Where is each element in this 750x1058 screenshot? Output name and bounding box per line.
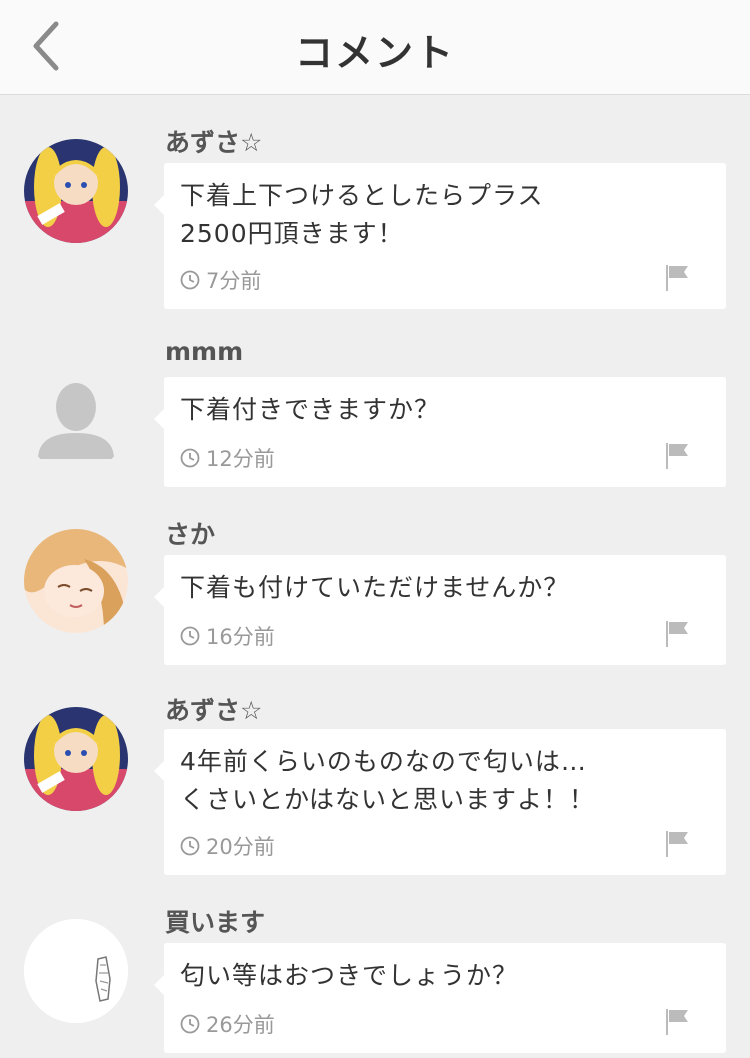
time-text: 20分前 (206, 835, 275, 859)
report-flag-icon[interactable] (664, 441, 692, 471)
comment-username: mmm (165, 337, 244, 366)
time-text: 16分前 (206, 625, 275, 649)
comment-bubble: 下着も付けていただけませんか？ 16分前 (154, 555, 726, 665)
app-header: コメント (0, 0, 750, 95)
comment-username: 買います (165, 908, 266, 937)
time-text: 7分前 (206, 269, 262, 293)
anime-character-avatar-icon (24, 707, 128, 811)
comment-username: あずさ☆ (165, 128, 263, 157)
comment-timestamp: 7分前 (180, 265, 261, 295)
comment-username: あずさ☆ (165, 696, 263, 725)
report-flag-icon[interactable] (664, 263, 692, 293)
page-title: コメント (294, 31, 455, 75)
sketch-avatar-icon (24, 919, 128, 1023)
clock-icon (180, 448, 200, 468)
report-flag-icon[interactable] (664, 1007, 692, 1037)
clock-icon (180, 836, 200, 856)
anime-character-avatar-icon (24, 139, 128, 243)
comment-text: 下着付きできますか？ (180, 395, 441, 424)
comment-bubble: 4年前くらいのものなので匂いは… くさいとかはないと思いますよ！！ 20分前 (154, 729, 726, 875)
time-text: 12分前 (206, 447, 275, 471)
time-text: 26分前 (206, 1013, 275, 1037)
default-user-avatar-icon (24, 369, 128, 473)
clock-icon (180, 626, 200, 646)
comment-timestamp: 12分前 (180, 443, 275, 473)
avatar[interactable] (24, 139, 128, 243)
avatar[interactable] (24, 369, 128, 473)
comment-timestamp: 20分前 (180, 831, 275, 861)
comment-text: 匂い等はおつきでしょうか？ (180, 961, 519, 990)
avatar[interactable] (24, 919, 128, 1023)
comment-timestamp: 26分前 (180, 1009, 275, 1039)
comment-text: 下着上下つけるとしたらプラス2500円頂きます！ (180, 181, 544, 248)
anime-character-avatar-icon (24, 529, 128, 633)
report-flag-icon[interactable] (664, 619, 692, 649)
clock-icon (180, 1014, 200, 1034)
comment-text: 下着も付けていただけませんか？ (180, 573, 570, 602)
comment-timestamp: 16分前 (180, 621, 275, 651)
comment-username: さか (165, 520, 216, 549)
avatar[interactable] (24, 707, 128, 811)
comment-bubble: 下着上下つけるとしたらプラス2500円頂きます！ 7分前 (154, 163, 726, 309)
report-flag-icon[interactable] (664, 829, 692, 859)
comment-text: 4年前くらいのものなので匂いは… くさいとかはないと思いますよ！！ (180, 747, 596, 814)
comment-bubble: 下着付きできますか？ 12分前 (154, 377, 726, 487)
avatar[interactable] (24, 529, 128, 633)
comment-bubble: 匂い等はおつきでしょうか？ 26分前 (154, 943, 726, 1053)
clock-icon (180, 270, 200, 290)
